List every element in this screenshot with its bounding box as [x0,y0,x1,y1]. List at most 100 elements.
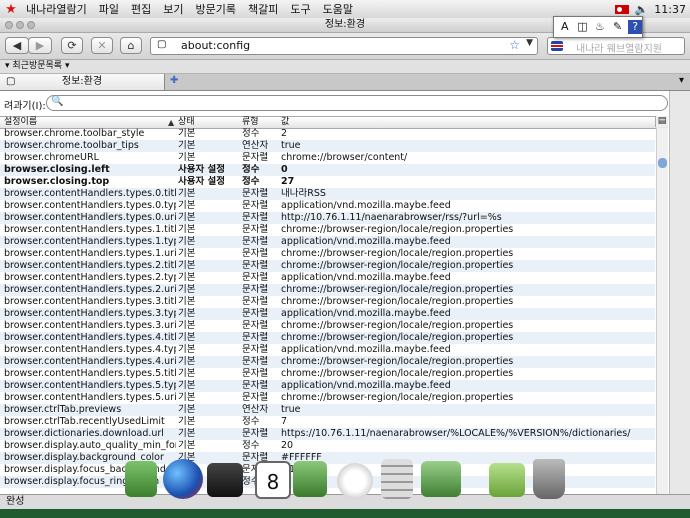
search-bar[interactable]: 내나라 웨브열람지원 [547,37,685,55]
menu-help[interactable]: 도움말 [317,1,359,17]
menu-history[interactable]: 방문기록 [189,1,241,17]
files-icon[interactable] [125,461,157,497]
zoom-window-icon[interactable] [27,21,35,29]
table-row[interactable]: browser.contentHandlers.types.1.title 기본 문… [0,224,655,236]
table-scrollbar[interactable] [656,128,668,494]
table-row[interactable]: browser.ctrlTab.recentlyUsedLimit 기본 정수 7 [0,416,655,428]
table-row[interactable]: browser.contentHandlers.types.5.uri 기본 문자렬… [0,392,655,404]
table-row[interactable]: browser.chrome.toolbar_tips 기본 연산자 true [0,140,655,152]
table-row[interactable]: browser.contentHandlers.types.4.title 기본 문… [0,332,655,344]
trash-icon[interactable] [533,459,565,499]
column-header-status[interactable]: 상태 [178,117,195,128]
reload-button[interactable]: ⟳ [61,37,83,54]
cell-value: application/vnd.mozilla.maybe.feed [281,308,451,319]
table-row[interactable]: browser.contentHandlers.types.3.title 기본 문… [0,296,655,308]
table-row[interactable]: browser.closing.left 사용자 설정 정수 0 [0,164,655,176]
volume-icon[interactable]: 🔈 [635,3,649,16]
globe-icon[interactable] [163,459,203,499]
menu-app[interactable]: 내나라열람기 [20,1,93,17]
table-row[interactable]: browser.contentHandlers.types.2.title 기본 문… [0,260,655,272]
edit-tool-icon[interactable]: ✎ [611,20,625,34]
table-row[interactable]: browser.display.auto_quality_min_fon... 기… [0,440,655,452]
table-row[interactable]: browser.contentHandlers.types.1.type 기본 문자… [0,236,655,248]
close-window-icon[interactable] [5,21,13,29]
new-tab-icon[interactable]: ✚ [170,75,178,86]
cell-type: 문자렬 [242,380,269,391]
table-row[interactable]: browser.dictionaries.download.url 기본 문자렬 ht… [0,428,655,440]
menu-file[interactable]: 파일 [93,1,125,17]
table-row[interactable]: browser.contentHandlers.types.2.uri 기본 문자렬… [0,284,655,296]
cell-value: 20 [281,440,294,451]
cell-value: chrome://browser-region/locale/region.pr… [281,392,514,403]
search-engine-icon[interactable] [551,41,563,51]
menu-view[interactable]: 보기 [157,1,189,17]
table-row[interactable]: browser.contentHandlers.types.1.uri 기본 문자렬… [0,248,655,260]
home-button[interactable]: ⌂ [120,37,142,54]
table-row[interactable]: browser.chromeURL 기본 문자렬 chrome://browser/c… [0,152,655,164]
url-bar[interactable]: ▢ about:config ☆ ▼ [150,37,538,55]
back-button[interactable]: ◀ [5,37,29,54]
calculator-icon[interactable] [381,459,413,499]
image-viewer-icon[interactable] [337,463,373,499]
minimize-window-icon[interactable] [16,21,24,29]
table-row[interactable]: browser.ctrlTab.previews 기본 연산자 true [0,404,655,416]
cell-name: browser.contentHandlers.types.5.title [4,368,176,379]
menu-tools[interactable]: 도구 [284,1,316,17]
filter-input[interactable]: 🔍 [46,95,668,111]
table-row[interactable]: browser.contentHandlers.types.4.type 기본 문자… [0,344,655,356]
cell-value: 0 [281,164,288,175]
table-row[interactable]: browser.contentHandlers.types.0.type 기본 문자… [0,200,655,212]
cell-type: 문자렬 [242,188,269,199]
cell-name: browser.contentHandlers.types.3.uri [4,320,176,331]
bookmark-star-icon[interactable]: ☆ [509,38,520,52]
flag-icon[interactable] [614,4,629,14]
system-settings-icon[interactable] [421,461,461,497]
table-row[interactable]: browser.contentHandlers.types.2.type 기본 문자… [0,272,655,284]
table-row[interactable]: browser.contentHandlers.types.5.title 기본 문… [0,368,655,380]
cell-name: browser.contentHandlers.types.1.type [4,236,176,247]
cell-type: 문자렬 [242,356,269,367]
menu-edit[interactable]: 편집 [125,1,157,17]
page-scrollbar[interactable] [669,91,690,494]
cell-type: 문자렬 [242,284,269,295]
table-row[interactable]: browser.chrome.toolbar_style 기본 정수 2 [0,128,655,140]
cell-value: chrome://browser-region/locale/region.pr… [281,248,514,259]
help-icon[interactable]: ? [628,20,642,34]
bookmark-recent-folder[interactable]: ▾ 최근방문목록 ▾ [5,61,69,71]
text-tool-icon[interactable]: A [558,20,572,34]
tab-list-icon[interactable]: ▾ [679,75,684,86]
stop-button[interactable]: ✕ [91,37,113,54]
table-row[interactable]: browser.contentHandlers.types.3.uri 기본 문자렬… [0,320,655,332]
column-header-type[interactable]: 류형 [242,117,259,128]
media-player-icon[interactable] [207,463,243,497]
table-row[interactable]: browser.closing.top 사용자 설정 정수 27 [0,176,655,188]
cell-status: 기본 [178,428,196,439]
table-row[interactable]: browser.contentHandlers.types.0.title 기본 문… [0,188,655,200]
chevron-down-icon[interactable]: ▼ [526,38,533,48]
table-row[interactable]: browser.contentHandlers.types.5.type 기본 문자… [0,380,655,392]
column-header-value[interactable]: 값 [281,117,289,128]
cell-status: 기본 [178,128,196,139]
tab-config[interactable]: ▢ 정보:환경 [0,74,165,90]
cell-type: 문자렬 [242,308,269,319]
pot-icon[interactable]: ♨ [593,20,607,34]
filter-row: 려과기(I): 🔍 [0,91,690,115]
forward-button[interactable]: ▶ [28,37,52,54]
folder-icon[interactable] [489,463,525,497]
cell-type: 문자렬 [242,332,269,343]
column-header-name[interactable]: 설정이름 [4,117,37,128]
table-row[interactable]: browser.contentHandlers.types.4.uri 기본 문자렬… [0,356,655,368]
scrollbar-thumb[interactable] [658,158,667,168]
menu-bookmarks[interactable]: 책갈피 [242,1,284,17]
contacts-icon[interactable] [293,461,327,497]
cell-name: browser.display.auto_quality_min_fon... [4,440,176,451]
red-star-icon[interactable]: ★ [2,2,20,17]
clock[interactable]: 11:37 [654,3,686,16]
calendar-icon[interactable]: 8 [255,461,291,499]
cell-status: 기본 [178,416,196,427]
cell-type: 정수 [242,440,260,451]
column-picker-icon[interactable]: ▤ [655,116,668,127]
table-row[interactable]: browser.contentHandlers.types.0.uri 기본 문자렬… [0,212,655,224]
table-row[interactable]: browser.contentHandlers.types.3.type 기본 문자… [0,308,655,320]
window-tool-icon[interactable]: ◫ [576,20,590,34]
